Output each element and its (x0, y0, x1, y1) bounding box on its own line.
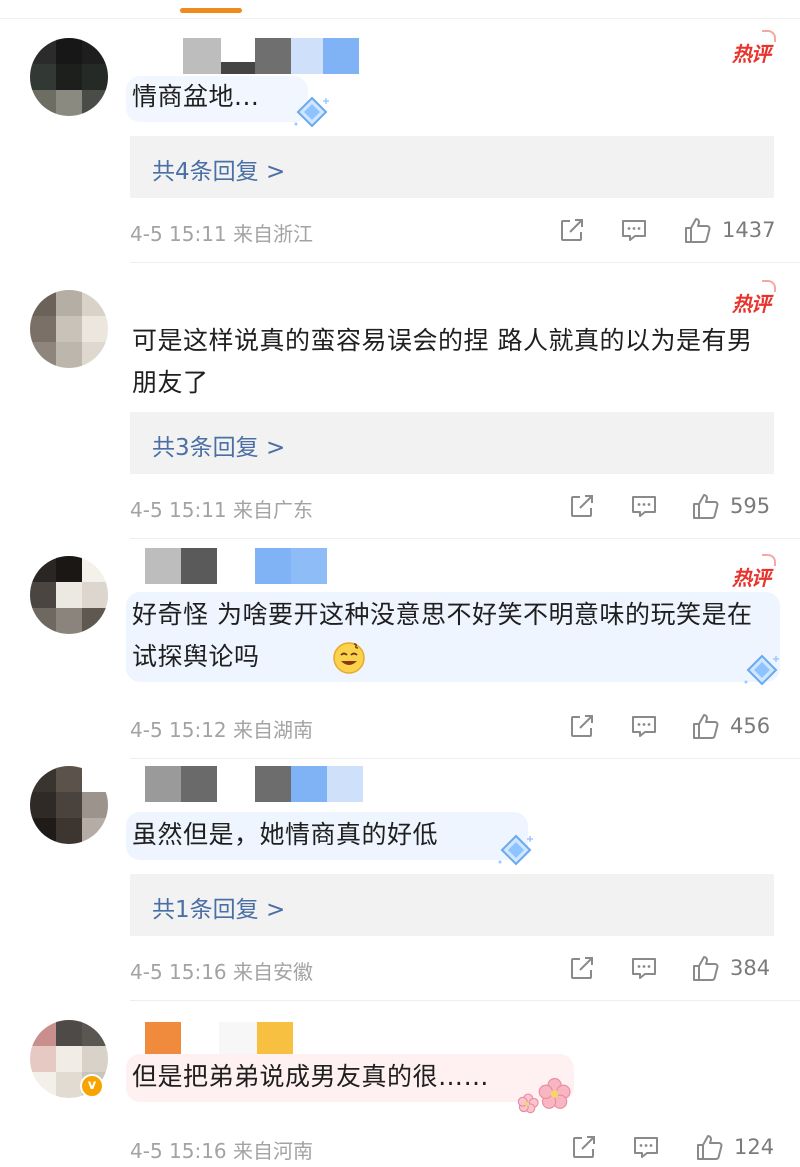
view-replies-label: 共4条回复 > (152, 159, 286, 185)
view-replies-button[interactable]: 共3条回复 > (130, 412, 774, 474)
comment-text: 好奇怪 为啥要开这种没意思不好笑不明意味的玩笑是在试探舆论吗 (132, 600, 753, 671)
thumbs-up-icon (690, 490, 722, 522)
avatar[interactable] (30, 766, 108, 844)
like-button[interactable]: 384 (690, 952, 770, 984)
comment-meta: 4-5 15:16 来自河南 (130, 1139, 314, 1163)
comment-divider (130, 262, 800, 263)
hot-comment-badge: 热评 (732, 554, 776, 591)
like-button[interactable]: 124 (694, 1131, 774, 1163)
like-count: 1437 (722, 218, 776, 242)
comment-button[interactable] (628, 952, 660, 984)
share-button[interactable] (568, 1131, 600, 1163)
active-tab-indicator (180, 8, 242, 13)
comment-icon (628, 710, 660, 742)
blue-diamond-decoration (496, 832, 536, 872)
username-mosaic[interactable] (133, 1022, 293, 1058)
comment-text: 可是这样说真的蛮容易误会的捏 路人就真的以为是有男朋友了 (132, 326, 753, 397)
username-mosaic[interactable] (133, 38, 359, 74)
share-icon (566, 710, 598, 742)
like-button[interactable]: 456 (690, 710, 770, 742)
like-count: 384 (730, 956, 771, 980)
view-replies-label: 共1条回复 > (152, 897, 286, 923)
comment-divider (130, 538, 800, 539)
view-replies-button[interactable]: 共4条回复 > (130, 136, 774, 198)
verified-v-badge: v (80, 1074, 104, 1098)
share-button[interactable] (566, 710, 598, 742)
avatar[interactable] (30, 290, 108, 368)
comment-text: 但是把弟弟说成男友真的很…… (132, 1062, 490, 1091)
comment-meta: 4-5 15:11 来自浙江 (130, 222, 314, 246)
header-divider (0, 18, 800, 19)
comment-meta: 4-5 15:11 来自广东 (130, 498, 314, 522)
comment-meta: 4-5 15:16 来自安徽 (130, 960, 314, 984)
comment-divider (130, 1000, 800, 1001)
grinning-sweat-emoji (333, 642, 365, 674)
hot-comment-badge: 热评 (732, 280, 776, 317)
like-button[interactable]: 1437 (682, 214, 775, 246)
comment-button[interactable] (628, 710, 660, 742)
comment-icon (628, 952, 660, 984)
share-icon (568, 1131, 600, 1163)
like-button[interactable]: 595 (690, 490, 770, 522)
view-replies-label: 共3条回复 > (152, 435, 286, 461)
avatar[interactable] (30, 38, 108, 116)
comment-button[interactable] (618, 214, 650, 246)
view-replies-button[interactable]: 共1条回复 > (130, 874, 774, 936)
avatar[interactable] (30, 556, 108, 634)
share-icon (566, 490, 598, 522)
comment-icon (628, 490, 660, 522)
hot-comment-badge: 热评 (732, 30, 776, 67)
thumbs-up-icon (690, 710, 722, 742)
like-count: 595 (730, 494, 771, 518)
share-icon (556, 214, 588, 246)
comment-icon (618, 214, 650, 246)
like-count: 124 (734, 1135, 775, 1159)
thumbs-up-icon (682, 214, 714, 246)
blue-diamond-decoration (742, 652, 782, 692)
share-button[interactable] (556, 214, 588, 246)
comment-divider (130, 758, 800, 759)
thumbs-up-icon (694, 1131, 726, 1163)
share-button[interactable] (566, 490, 598, 522)
comment-text: 虽然但是，她情商真的好低 (132, 820, 439, 849)
comment-text: 情商盆地... (132, 82, 260, 111)
blue-diamond-decoration (292, 94, 332, 134)
pink-flower-decoration (512, 1072, 584, 1116)
comment-button[interactable] (628, 490, 660, 522)
username-mosaic[interactable] (133, 548, 327, 584)
comment-button[interactable] (630, 1131, 662, 1163)
comment-meta: 4-5 15:12 来自湖南 (130, 718, 314, 742)
share-icon (566, 952, 598, 984)
username-mosaic[interactable] (133, 766, 363, 802)
share-button[interactable] (566, 952, 598, 984)
thumbs-up-icon (690, 952, 722, 984)
comment-icon (630, 1131, 662, 1163)
like-count: 456 (730, 714, 771, 738)
